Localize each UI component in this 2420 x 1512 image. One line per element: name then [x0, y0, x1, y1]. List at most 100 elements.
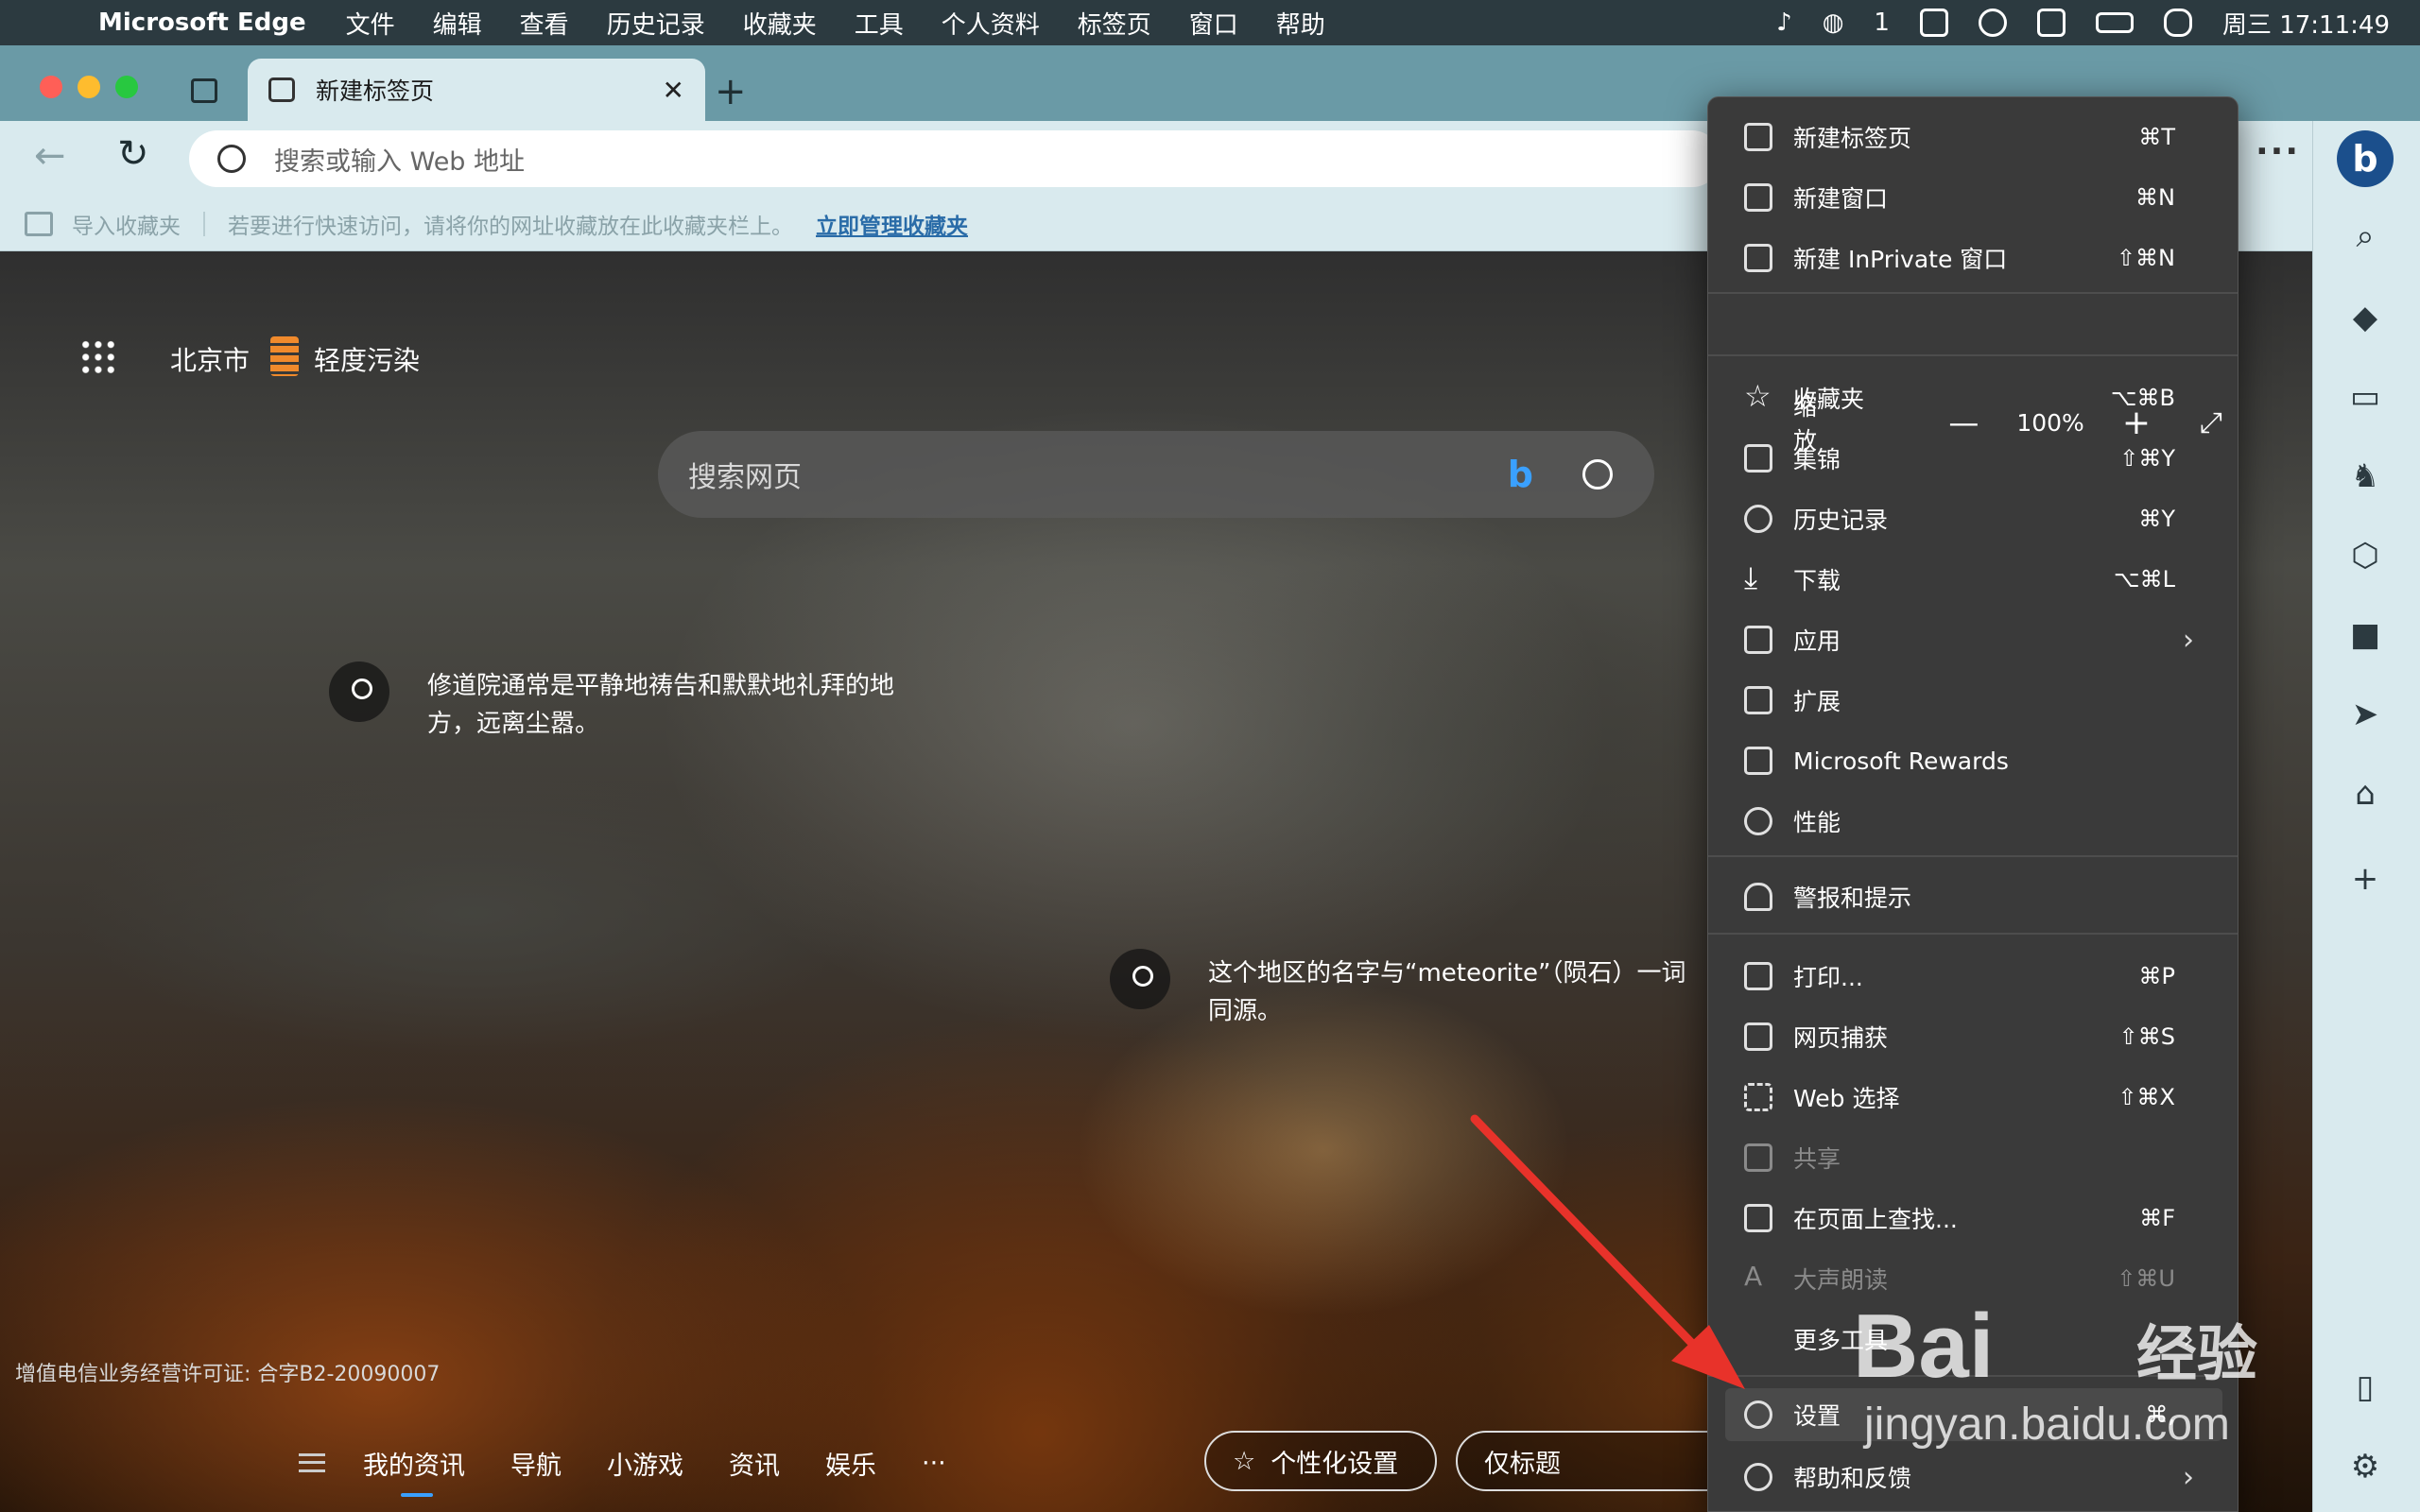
- menu-item-more-tools[interactable]: 更多工具 ›: [1725, 1313, 2222, 1366]
- zoom-window-button[interactable]: [115, 76, 138, 98]
- refresh-icon[interactable]: ↻: [117, 132, 149, 176]
- menu-tools[interactable]: 工具: [855, 6, 904, 41]
- feed-tab-entertainment[interactable]: 娱乐: [825, 1445, 876, 1482]
- menubar-clock[interactable]: 周三 17:11:49: [2222, 6, 2390, 41]
- image-hotspot-1[interactable]: 修道院通常是平静地祷告和默默地礼拜的地方，远离尘嚣。: [427, 667, 919, 743]
- menu-item-find-on-page[interactable]: 在页面上查找... ⌘F: [1725, 1192, 2222, 1245]
- battery-icon[interactable]: [2095, 12, 2134, 33]
- menu-tabs[interactable]: 标签页: [1078, 6, 1151, 41]
- menu-item-new-window[interactable]: 新建窗口 ⌘N: [1725, 171, 2222, 224]
- menu-item-settings[interactable]: 设置 ⌘,: [1725, 1388, 2222, 1441]
- minimize-window-button[interactable]: [78, 76, 100, 98]
- menu-profile[interactable]: 个人资料: [942, 6, 1040, 41]
- menu-item-favorites[interactable]: ☆ 收藏夹 ⌥⌘B: [1725, 371, 2222, 424]
- sidebar-settings-icon[interactable]: ⚙: [2348, 1450, 2382, 1484]
- tab-title: 新建标签页: [316, 77, 435, 105]
- download-icon: ⤓: [1744, 559, 1758, 595]
- menu-item-label: 打印...: [1793, 964, 1863, 991]
- shopping-tag-icon[interactable]: ◆: [2348, 301, 2382, 335]
- menu-item-history[interactable]: 历史记录 ⌘Y: [1725, 492, 2222, 545]
- play-icon[interactable]: [1978, 9, 2007, 37]
- menu-item-downloads[interactable]: ⤓ 下载 ⌥⌘L: [1725, 553, 2222, 606]
- menu-item-share[interactable]: 共享: [1725, 1131, 2222, 1184]
- menu-item-label: 扩展: [1793, 688, 1841, 715]
- menu-favorites[interactable]: 收藏夹: [743, 6, 817, 41]
- outlook-icon[interactable]: ■: [2348, 618, 2382, 652]
- tiktok-icon[interactable]: ♪: [1776, 9, 1792, 37]
- air-quality-label[interactable]: 轻度污染: [314, 340, 420, 378]
- menu-item-label: Microsoft Rewards: [1793, 747, 2009, 775]
- menu-item-print[interactable]: 打印... ⌘P: [1725, 950, 2222, 1003]
- tab-new-tab[interactable]: 新建标签页 ✕: [248, 59, 705, 121]
- menu-edit[interactable]: 编辑: [433, 6, 482, 41]
- app-name-menu[interactable]: Microsoft Edge: [98, 9, 306, 37]
- personalize-button[interactable]: ☆ 个性化设置: [1204, 1431, 1437, 1491]
- menu-item-new-inprivate[interactable]: 新建 InPrivate 窗口 ⇧⌘N: [1725, 232, 2222, 284]
- feed-tab-my-news[interactable]: 我的资讯: [363, 1445, 465, 1497]
- feed-tab-games[interactable]: 小游戏: [607, 1445, 683, 1482]
- control-center-icon[interactable]: [2163, 9, 2192, 37]
- search-icon[interactable]: [1582, 459, 1613, 490]
- headlines-only-button[interactable]: 仅标题: [1456, 1431, 1720, 1491]
- menu-item-new-tab[interactable]: 新建标签页 ⌘T: [1725, 111, 2222, 163]
- feed-tab-news[interactable]: 资讯: [729, 1445, 780, 1482]
- new-tab-button[interactable]: +: [715, 68, 747, 115]
- menu-item-web-capture[interactable]: 网页捕获 ⇧⌘S: [1725, 1010, 2222, 1063]
- image-hotspot-2[interactable]: 这个地区的名字与“meteorite”（陨石）一词同源。: [1208, 954, 1690, 1030]
- chevron-right-icon: ›: [2183, 1322, 2194, 1356]
- menu-help[interactable]: 帮助: [1276, 6, 1325, 41]
- bing-logo-icon[interactable]: b: [1508, 454, 1533, 495]
- menu-divider: [1708, 1375, 2238, 1377]
- search-sidebar-icon[interactable]: ⌕: [2348, 219, 2382, 253]
- import-favorites-button[interactable]: 导入收藏夹: [72, 208, 181, 240]
- address-bar[interactable]: 搜索或输入 Web 地址: [189, 130, 1720, 187]
- menu-item-web-select[interactable]: Web 选择 ⇧⌘X: [1725, 1071, 2222, 1124]
- microsoft-365-icon[interactable]: ⬡: [2348, 539, 2382, 573]
- games-chess-icon[interactable]: ♞: [2348, 459, 2382, 493]
- menu-view[interactable]: 查看: [520, 6, 569, 41]
- menu-divider: [1708, 855, 2238, 857]
- menu-item-collections[interactable]: 集锦 ⇧⌘Y: [1725, 432, 2222, 485]
- menu-item-label: 性能: [1793, 809, 1841, 836]
- shield-icon[interactable]: [1919, 9, 1948, 37]
- printer-icon: [1744, 962, 1772, 990]
- menu-history[interactable]: 历史记录: [607, 6, 705, 41]
- image-hotspot-search-icon[interactable]: [329, 662, 389, 722]
- feed-more-button[interactable]: ···: [922, 1449, 946, 1478]
- menu-item-shortcut: ⌘F: [2139, 1205, 2175, 1231]
- web-search-box[interactable]: 搜索网页 b: [658, 431, 1654, 518]
- bing-chat-icon[interactable]: b: [2337, 130, 2394, 187]
- menu-item-rewards[interactable]: Microsoft Rewards: [1725, 734, 2222, 787]
- menu-item-label: 更多工具: [1793, 1327, 1889, 1354]
- menu-window[interactable]: 窗口: [1189, 6, 1238, 41]
- menu-file[interactable]: 文件: [346, 6, 395, 41]
- menu-item-shortcut: ⌘N: [2135, 184, 2175, 211]
- back-arrow-icon[interactable]: ←: [34, 134, 66, 178]
- image-hotspot-search-icon[interactable]: [1110, 949, 1170, 1009]
- menu-item-extensions[interactable]: 扩展: [1725, 674, 2222, 727]
- menu-item-alerts[interactable]: 警报和提示: [1725, 870, 2222, 923]
- wechat-icon[interactable]: ◍: [1823, 9, 1844, 37]
- feed-tab-navigation[interactable]: 导航: [510, 1445, 562, 1482]
- tools-briefcase-icon[interactable]: ▭: [2348, 380, 2382, 414]
- rewards-trophy-icon: [1744, 747, 1772, 775]
- input-method-icon[interactable]: [2036, 9, 2066, 37]
- menu-item-shortcut: ⌘Y: [2138, 506, 2175, 532]
- feed-menu-icon[interactable]: [299, 1453, 325, 1472]
- send-icon[interactable]: ➤: [2348, 697, 2382, 731]
- tab-actions-icon[interactable]: [191, 78, 217, 103]
- manage-favorites-link[interactable]: 立即管理收藏夹: [816, 208, 968, 240]
- drop-icon[interactable]: ⌂: [2348, 777, 2382, 811]
- close-tab-icon[interactable]: ✕: [663, 75, 684, 106]
- menu-item-performance[interactable]: 性能: [1725, 795, 2222, 848]
- close-window-button[interactable]: [40, 76, 62, 98]
- more-options-icon[interactable]: ···: [2256, 132, 2300, 171]
- new-window-icon: [1744, 183, 1772, 212]
- app-launcher-icon[interactable]: [79, 338, 117, 376]
- menu-item-help-feedback[interactable]: 帮助和反馈 ›: [1725, 1451, 2222, 1503]
- weather-city[interactable]: 北京市: [170, 340, 250, 378]
- menu-item-read-aloud[interactable]: A 大声朗读 ⇧⌘U: [1725, 1252, 2222, 1305]
- menu-item-apps[interactable]: 应用 ›: [1725, 613, 2222, 666]
- add-sidebar-app-icon[interactable]: +: [2348, 862, 2382, 896]
- hide-sidebar-icon[interactable]: ▯: [2348, 1370, 2382, 1404]
